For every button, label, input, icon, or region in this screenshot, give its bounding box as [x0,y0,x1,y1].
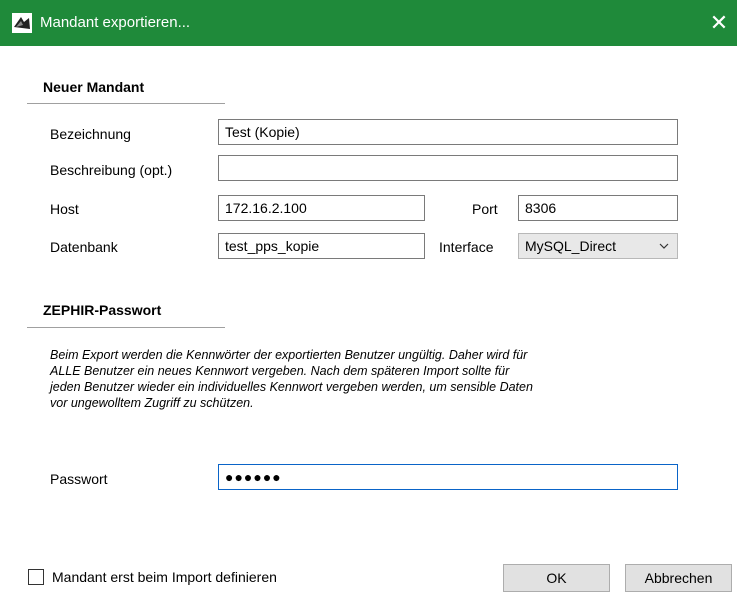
define-on-import-checkbox[interactable] [28,569,44,585]
hint-line: Beim Export werden die Kennwörter der ex… [50,348,528,362]
app-icon [12,13,32,33]
host-label: Host [50,201,79,217]
interface-select[interactable]: MySQL_Direct [518,233,678,259]
description-input[interactable] [218,155,678,181]
chevron-down-icon [659,243,669,249]
interface-selected-value: MySQL_Direct [525,238,617,254]
description-label: Beschreibung (opt.) [50,162,173,178]
title-bar: Mandant exportieren... ✕ [0,0,737,46]
database-label: Datenbank [50,239,118,255]
section-divider [27,103,225,104]
database-input[interactable] [218,233,425,259]
close-icon[interactable]: ✕ [704,8,734,38]
interface-label: Interface [439,239,494,255]
password-masked-value: ●●●●●● [225,469,282,485]
port-label: Port [472,201,498,217]
password-label: Passwort [50,471,108,487]
name-label: Bezeichnung [50,126,131,142]
hint-line: vor ungewolltem Zugriff zu schützen. [50,396,254,410]
password-input[interactable]: ●●●●●● [218,464,678,490]
hint-line: jeden Benutzer wieder ein individuelles … [50,380,533,394]
ok-button[interactable]: OK [503,564,610,592]
section-divider [27,327,225,328]
define-on-import-label[interactable]: Mandant erst beim Import definieren [52,569,277,585]
cancel-button[interactable]: Abbrechen [625,564,732,592]
window-title: Mandant exportieren... [40,14,191,31]
hint-line: ALLE Benutzer ein neues Kennwort vergebe… [50,364,510,378]
section-heading-zephir: ZEPHIR-Passwort [43,302,162,318]
host-input[interactable] [218,195,425,221]
port-input[interactable] [518,195,678,221]
export-hint-text: Beim Export werden die Kennwörter der ex… [50,347,660,411]
section-heading-new-client: Neuer Mandant [43,79,145,95]
name-input[interactable] [218,119,678,145]
